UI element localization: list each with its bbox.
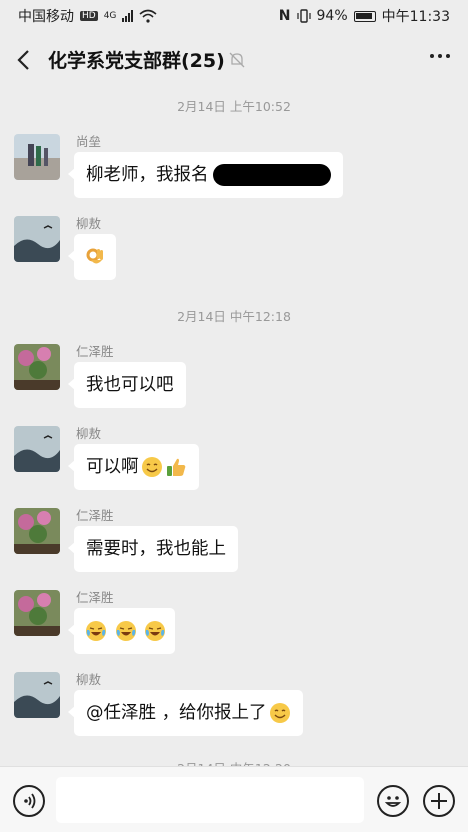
clock: 中午11:33 bbox=[381, 9, 450, 25]
vibrate-icon bbox=[296, 9, 311, 23]
message-text: @任泽胜 ，给你报上了 bbox=[86, 703, 267, 723]
signal-icon bbox=[122, 10, 134, 22]
battery-icon bbox=[353, 10, 376, 22]
message-bubble[interactable]: 可以啊 bbox=[68, 444, 199, 490]
sender-name: 柳敖 bbox=[76, 216, 102, 231]
voice-icon bbox=[24, 793, 36, 809]
sender-name: 仁泽胜 bbox=[76, 508, 114, 523]
sender-name: 仁泽胜 bbox=[76, 344, 114, 359]
message-bubble[interactable] bbox=[68, 234, 116, 280]
redaction-mark bbox=[212, 164, 331, 186]
cry-laugh-emoji-icon bbox=[115, 621, 136, 641]
message-text: 柳老师，我报名 bbox=[86, 165, 209, 185]
cry-laugh-emoji-icon bbox=[86, 621, 106, 641]
message-bubble[interactable] bbox=[67, 608, 176, 654]
avatar[interactable] bbox=[14, 672, 60, 718]
chat-header: 化学系党支部群(25) bbox=[0, 32, 468, 88]
chat-title: 化学系党支部群(25) bbox=[48, 50, 225, 72]
sender-name: 柳敖 bbox=[76, 672, 102, 687]
nfc-icon: N bbox=[278, 8, 291, 24]
more-functions-button[interactable] bbox=[423, 785, 455, 817]
plus-icon bbox=[431, 793, 447, 809]
status-bar: 中国移动 HD 4G N 94% 中午11:33 bbox=[0, 0, 468, 32]
avatar[interactable] bbox=[14, 216, 60, 262]
battery-percent: 94% bbox=[316, 8, 348, 24]
message-item: 仁泽胜 我也可以吧 bbox=[0, 338, 468, 414]
timestamp: 2月14日 中午12:18 bbox=[177, 309, 291, 324]
message-list[interactable]: 2月14日 上午10:52 尚垒 柳老师，我报名 柳敖 2月14日 中午12:1… bbox=[0, 88, 468, 766]
message-item: 柳敖 bbox=[0, 210, 468, 286]
avatar[interactable] bbox=[14, 134, 60, 180]
cry-laugh-emoji-icon bbox=[145, 621, 166, 641]
avatar[interactable] bbox=[14, 426, 60, 472]
hd-badge: HD bbox=[80, 11, 98, 21]
back-arrow-icon[interactable] bbox=[14, 48, 34, 72]
network-type-label: 4G bbox=[103, 11, 117, 21]
thumbs-up-emoji-icon bbox=[166, 458, 185, 476]
emoji-face-icon bbox=[384, 796, 402, 807]
message-item: 尚垒 柳老师，我报名 bbox=[0, 128, 468, 204]
smile-emoji-icon bbox=[141, 457, 162, 477]
more-options-icon[interactable] bbox=[430, 54, 450, 58]
sender-name: 柳敖 bbox=[76, 426, 102, 441]
message-item: 柳敖 可以啊 bbox=[0, 420, 468, 496]
message-text: 我也可以吧 bbox=[86, 375, 174, 395]
message-item: 仁泽胜 bbox=[0, 584, 468, 660]
carrier-label: 中国移动 bbox=[18, 9, 74, 25]
message-item: 仁泽胜 需要时，我也能上 bbox=[0, 502, 468, 578]
sender-name: 仁泽胜 bbox=[76, 590, 114, 605]
emoji-button[interactable] bbox=[377, 785, 409, 817]
message-input[interactable] bbox=[56, 777, 364, 823]
ok-hand-emoji-icon bbox=[86, 248, 103, 264]
sender-name: 尚垒 bbox=[76, 134, 102, 149]
timestamp: 2月14日 中午12:20 bbox=[0, 758, 468, 766]
message-text: 需要时，我也能上 bbox=[86, 539, 226, 559]
smile-emoji-icon bbox=[269, 703, 290, 723]
avatar[interactable] bbox=[14, 590, 60, 636]
input-bar bbox=[0, 766, 468, 832]
message-bubble[interactable]: 柳老师，我报名 bbox=[68, 152, 343, 198]
message-item: 柳敖 @任泽胜 ，给你报上了 bbox=[0, 666, 468, 742]
message-text: 可以啊 bbox=[86, 457, 139, 477]
avatar[interactable] bbox=[14, 508, 60, 554]
message-bubble[interactable]: 需要时，我也能上 bbox=[68, 526, 238, 572]
voice-input-button[interactable] bbox=[13, 785, 45, 817]
mute-bell-icon bbox=[229, 52, 245, 68]
avatar[interactable] bbox=[14, 344, 60, 390]
message-bubble[interactable]: 我也可以吧 bbox=[68, 362, 186, 408]
timestamp: 2月14日 上午10:52 bbox=[177, 99, 291, 114]
message-bubble[interactable]: @任泽胜 ，给你报上了 bbox=[68, 690, 303, 736]
wifi-icon bbox=[139, 9, 157, 23]
